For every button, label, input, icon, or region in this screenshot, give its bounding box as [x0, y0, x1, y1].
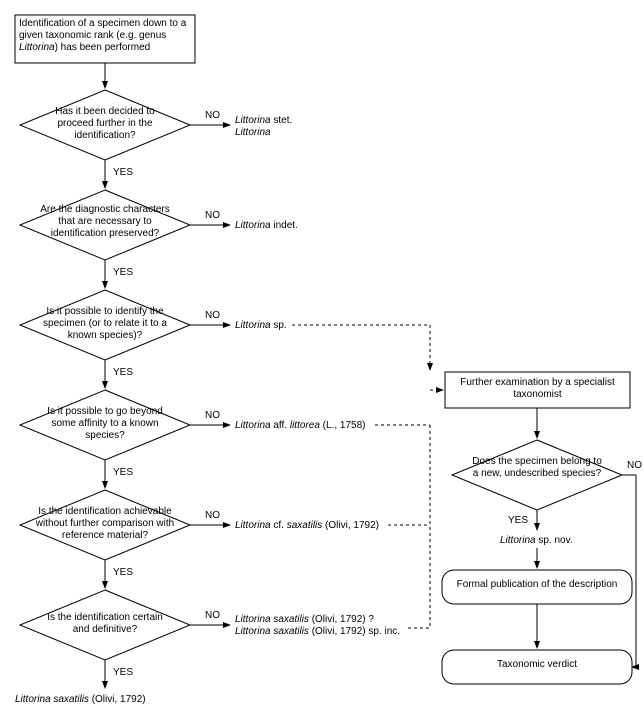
- svg-text:NO: NO: [205, 210, 220, 221]
- r2: Littorina indet.: [235, 220, 298, 231]
- spnov: Littorina sp. nov.: [500, 535, 573, 546]
- svg-text:NO: NO: [205, 110, 220, 121]
- svg-text:NO: NO: [205, 610, 220, 621]
- svg-text:YES: YES: [508, 515, 528, 526]
- r1a: Littorina stet.: [235, 115, 292, 126]
- final: Littorina saxatilis (Olivi, 1792): [15, 694, 146, 705]
- r5: Littorina cf. saxatilis (Olivi, 1792): [235, 520, 379, 531]
- svg-text:YES: YES: [113, 667, 133, 678]
- svg-text:NO: NO: [205, 510, 220, 521]
- svg-text:YES: YES: [113, 467, 133, 478]
- r6b: Littorina saxatilis (Olivi, 1792) sp. in…: [235, 626, 400, 637]
- svg-text:YES: YES: [113, 367, 133, 378]
- svg-text:YES: YES: [113, 267, 133, 278]
- svg-text:NO: NO: [205, 410, 220, 421]
- svg-text:NO: NO: [205, 310, 220, 321]
- svg-text:YES: YES: [113, 567, 133, 578]
- flowchart: Identification of a specimen down to a g…: [0, 0, 643, 720]
- r1b: Littorina: [235, 127, 271, 138]
- r3: Littorina sp.: [235, 320, 287, 331]
- svg-text:YES: YES: [113, 167, 133, 178]
- svg-text:NO: NO: [627, 460, 642, 471]
- r4: Littorina aff. littorea (L., 1758): [235, 420, 365, 431]
- r6a: Littorina saxatilis (Olivi, 1792) ?: [235, 614, 374, 625]
